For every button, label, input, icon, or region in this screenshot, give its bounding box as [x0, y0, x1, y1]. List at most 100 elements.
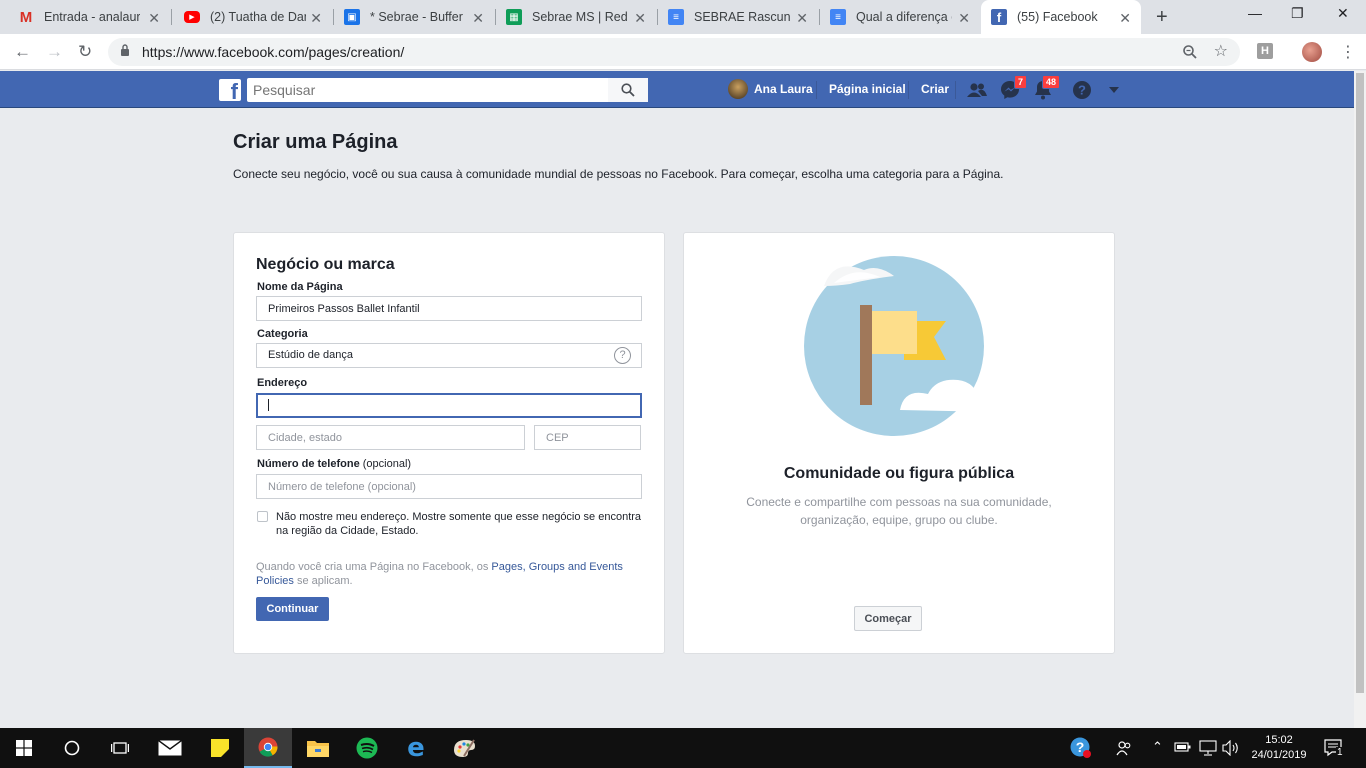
cep-input[interactable]: [534, 425, 641, 450]
tab-buffer[interactable]: ▣ * Sebrae - Buffer d ✕: [334, 0, 494, 34]
hide-address-checkbox[interactable]: [257, 511, 268, 522]
close-icon[interactable]: ✕: [148, 10, 160, 27]
notifications-badge: 48: [1041, 75, 1060, 89]
tab-label: Qual a diferença e: [856, 10, 952, 24]
tab-docs-rascunhos[interactable]: ≡ SEBRAE Rascunhos ✕: [658, 0, 818, 34]
notifications-icon[interactable]: 48: [1032, 75, 1060, 101]
people-icon[interactable]: [1116, 740, 1132, 759]
community-card[interactable]: Comunidade ou figura pública Conecte e c…: [683, 232, 1115, 654]
tab-docs-diferenca[interactable]: ≡ Qual a diferença e ✕: [820, 0, 980, 34]
address-label: Endereço: [257, 377, 308, 389]
edge-icon[interactable]: e: [392, 728, 440, 768]
page-title: Criar uma Página: [233, 131, 398, 153]
tab-sheets[interactable]: ▦ Sebrae MS | Redaç ✕: [496, 0, 656, 34]
close-icon[interactable]: ✕: [472, 10, 484, 27]
account-menu-chevron-icon[interactable]: [1103, 79, 1125, 101]
tab-facebook[interactable]: f (55) Facebook ✕: [981, 0, 1141, 34]
close-icon[interactable]: ✕: [958, 10, 970, 27]
url-text: https://www.facebook.com/pages/creation/: [142, 44, 405, 60]
search-icon: [621, 83, 635, 97]
home-link[interactable]: Página inicial: [829, 82, 906, 96]
page-name-input[interactable]: [256, 296, 642, 321]
facebook-logo-icon[interactable]: f: [219, 79, 241, 101]
svg-text:?: ?: [1076, 739, 1085, 755]
volume-icon[interactable]: [1222, 739, 1240, 759]
search-input[interactable]: [247, 78, 607, 102]
page-scrollbar[interactable]: [1354, 71, 1366, 728]
hide-address-label: Não mostre meu endereço. Mostre somente …: [276, 511, 642, 537]
back-icon[interactable]: ←: [14, 42, 31, 62]
forward-icon[interactable]: →: [46, 42, 63, 62]
phone-label-text: Número de telefone: [257, 458, 360, 470]
friend-requests-icon[interactable]: [966, 79, 988, 101]
docs-icon: ≡: [830, 9, 846, 25]
chevron-up-icon[interactable]: ⌃: [1152, 739, 1163, 755]
battery-icon[interactable]: [1174, 740, 1192, 757]
clock-time: 15:02: [1265, 734, 1293, 746]
messenger-icon[interactable]: 7: [999, 75, 1027, 101]
tab-gmail[interactable]: M Entrada - analaura ✕: [0, 0, 170, 34]
window-close-icon[interactable]: ✕: [1337, 5, 1349, 22]
minimize-icon[interactable]: —: [1248, 5, 1262, 21]
flag-illustration: [804, 256, 998, 436]
task-view-icon[interactable]: [96, 728, 144, 768]
category-label: Categoria: [257, 328, 308, 340]
city-state-input[interactable]: [256, 425, 525, 450]
bookmark-star-icon[interactable]: ☆: [1214, 41, 1228, 61]
tab-label: Entrada - analaura: [44, 10, 140, 24]
address-input[interactable]: [256, 393, 642, 418]
profile-link[interactable]: Ana Laura: [754, 82, 813, 96]
close-icon[interactable]: ✕: [1119, 10, 1131, 27]
chrome-menu-icon[interactable]: ⋮: [1340, 42, 1356, 62]
restore-icon[interactable]: ❐: [1291, 5, 1304, 22]
close-icon[interactable]: ✕: [310, 10, 322, 27]
spotify-icon[interactable]: [343, 728, 391, 768]
mail-icon[interactable]: [146, 728, 194, 768]
help-tray-icon[interactable]: ?: [1070, 737, 1092, 762]
sheets-icon: ▦: [506, 9, 522, 25]
zoom-icon[interactable]: [1182, 44, 1198, 60]
new-tab-button[interactable]: +: [1156, 6, 1168, 29]
facebook-icon: f: [991, 9, 1007, 25]
sticky-notes-icon[interactable]: [196, 728, 244, 768]
category-value: Estúdio de dança: [268, 349, 354, 361]
tab-label: (55) Facebook: [1017, 10, 1098, 24]
cortana-search-icon[interactable]: [48, 728, 96, 768]
browser-toolbar: ← → ↻ https://www.facebook.com/pages/cre…: [0, 34, 1366, 70]
page-name-label: Nome da Página: [257, 281, 343, 293]
profile-avatar[interactable]: [1302, 42, 1322, 62]
docs-icon: ≡: [668, 9, 684, 25]
get-started-button[interactable]: Começar: [854, 606, 922, 631]
category-input[interactable]: Estúdio de dança ?: [256, 343, 642, 368]
search-button[interactable]: [608, 78, 648, 102]
reload-icon[interactable]: ↻: [78, 42, 92, 62]
tab-label: * Sebrae - Buffer d: [370, 10, 466, 24]
tab-youtube[interactable]: ▶ (2) Tuatha de Dan ✕: [172, 0, 332, 34]
phone-input[interactable]: [256, 474, 642, 499]
close-icon[interactable]: ✕: [634, 10, 646, 27]
windows-start-icon[interactable]: [0, 728, 48, 768]
user-avatar[interactable]: [728, 79, 748, 99]
address-bar[interactable]: https://www.facebook.com/pages/creation/…: [108, 38, 1240, 66]
facebook-search: [247, 78, 648, 102]
continue-button[interactable]: Continuar: [256, 597, 329, 621]
business-brand-card: Negócio ou marca Nome da Página Categori…: [233, 232, 665, 654]
extension-h-icon[interactable]: H: [1257, 43, 1273, 59]
facebook-header: f Ana Laura Página inicial Criar 7 48 ?: [0, 71, 1354, 108]
close-icon[interactable]: ✕: [796, 10, 808, 27]
help-icon[interactable]: ?: [1071, 79, 1093, 101]
file-explorer-icon[interactable]: [294, 728, 342, 768]
action-center-icon[interactable]: 1: [1324, 738, 1344, 761]
messenger-badge: 7: [1013, 75, 1027, 89]
network-icon[interactable]: [1199, 740, 1217, 759]
tab-label: (2) Tuatha de Dan: [210, 10, 306, 24]
gmail-icon: M: [19, 8, 33, 26]
chrome-taskbar-icon[interactable]: [244, 728, 292, 768]
system-clock[interactable]: 15:02 24/01/2019: [1248, 733, 1310, 763]
policy-suffix: se aplicam.: [293, 575, 353, 587]
create-link[interactable]: Criar: [921, 82, 949, 96]
question-circle-icon[interactable]: ?: [614, 347, 631, 364]
paint-icon[interactable]: [440, 728, 488, 768]
scrollbar-thumb[interactable]: [1356, 73, 1364, 693]
clock-date: 24/01/2019: [1251, 749, 1307, 761]
